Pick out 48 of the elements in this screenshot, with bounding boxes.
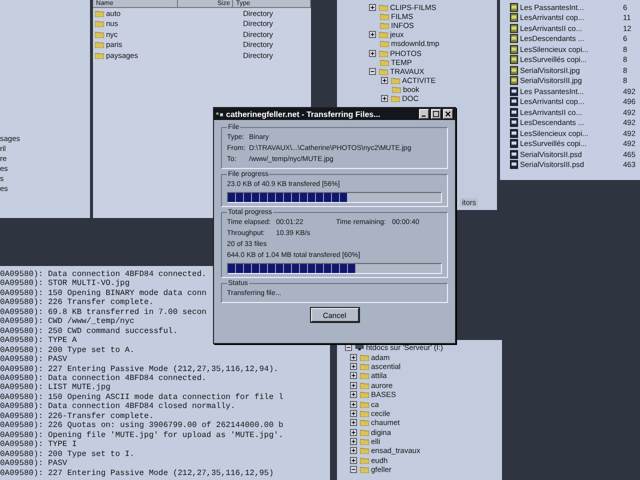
log-line: 0A09580): TYPE A [0, 336, 77, 346]
log-line: 0A09580): Data connection 4BFD84 closed normally. [0, 402, 236, 412]
log-line: 0A09580): 150 Opening ASCII mode data connection for file l [0, 392, 284, 402]
maximize-button[interactable] [431, 109, 441, 119]
log-line: 0A09580): 150 Opening BINARY mode data conn [0, 288, 206, 298]
log-line: 0A09580): 226 Transfer complete. [0, 298, 154, 308]
maximize-icon [433, 111, 439, 117]
log-line: 0A09580): TYPE I [0, 440, 77, 450]
log-line: 0A09580): PASV [0, 459, 68, 469]
expand-icon[interactable] [350, 438, 357, 446]
minimize-button[interactable] [419, 109, 429, 119]
expand-icon[interactable] [350, 400, 357, 408]
close-button[interactable] [443, 109, 453, 119]
close-icon [445, 111, 451, 117]
expand-icon[interactable] [350, 419, 357, 426]
log-line: 0A09580): Data connection 4BFD84 connected. [0, 270, 206, 279]
log-line: 0A09580): Data connection 4BFD84 connected. [0, 374, 206, 383]
log-line: 0A09580): STOR MULTI-VO.jpg [0, 279, 130, 289]
expand-icon[interactable] [369, 31, 376, 38]
log-line: 0A09580): 227 Entering Passive Mode (212,27,35,116,12,94). [0, 364, 278, 374]
log-line: 0A09580): CWD /www/_temp/nyc [0, 317, 134, 327]
expand-icon[interactable] [350, 391, 357, 398]
expand-icon[interactable] [350, 410, 357, 417]
collapse-icon[interactable] [350, 466, 357, 474]
log-line: 0A09580): 69.8 KB transferred in 7.00 secon [0, 308, 206, 317]
expand-icon[interactable] [350, 354, 357, 361]
log-line: 0A09580): PASV [0, 355, 68, 365]
log-line: 0A09580): 226-Transfer complete. [0, 412, 154, 421]
expand-icon[interactable] [350, 372, 357, 380]
expand-icon[interactable] [369, 50, 376, 57]
log-line: 0A09580): 226 Quotas on: using 3906799.00 of 262144000.00 b [0, 421, 284, 431]
expand-icon[interactable] [350, 362, 357, 370]
log-line: 0A09580): Opening file 'MUTE.jpg' for upload as 'MUTE.jpg'. [0, 430, 284, 440]
app-icon [216, 111, 224, 117]
expand-icon[interactable] [350, 456, 357, 464]
collapse-icon[interactable] [369, 68, 376, 75]
log-line: 0A09580): 200 Type set to A. [0, 346, 134, 355]
expand-icon[interactable] [381, 76, 388, 84]
expand-icon[interactable] [350, 428, 357, 436]
expand-icon[interactable] [381, 94, 388, 102]
expand-icon[interactable] [369, 4, 376, 12]
window-title: catherinegfeller.net - Transferring Files... [226, 110, 382, 118]
log-line: 0A09580): LIST MUTE.jpg [0, 383, 110, 393]
expand-icon[interactable] [350, 447, 357, 454]
log-line: 0A09580): 227 Entering Passive Mode (212,27,35,116,12,95) [0, 468, 274, 478]
log-line: 0A09580): 200 Type set to I. [0, 450, 134, 459]
log-line: 0A09580): 250 CWD command successful. [0, 326, 178, 336]
expand-icon[interactable] [350, 382, 357, 389]
